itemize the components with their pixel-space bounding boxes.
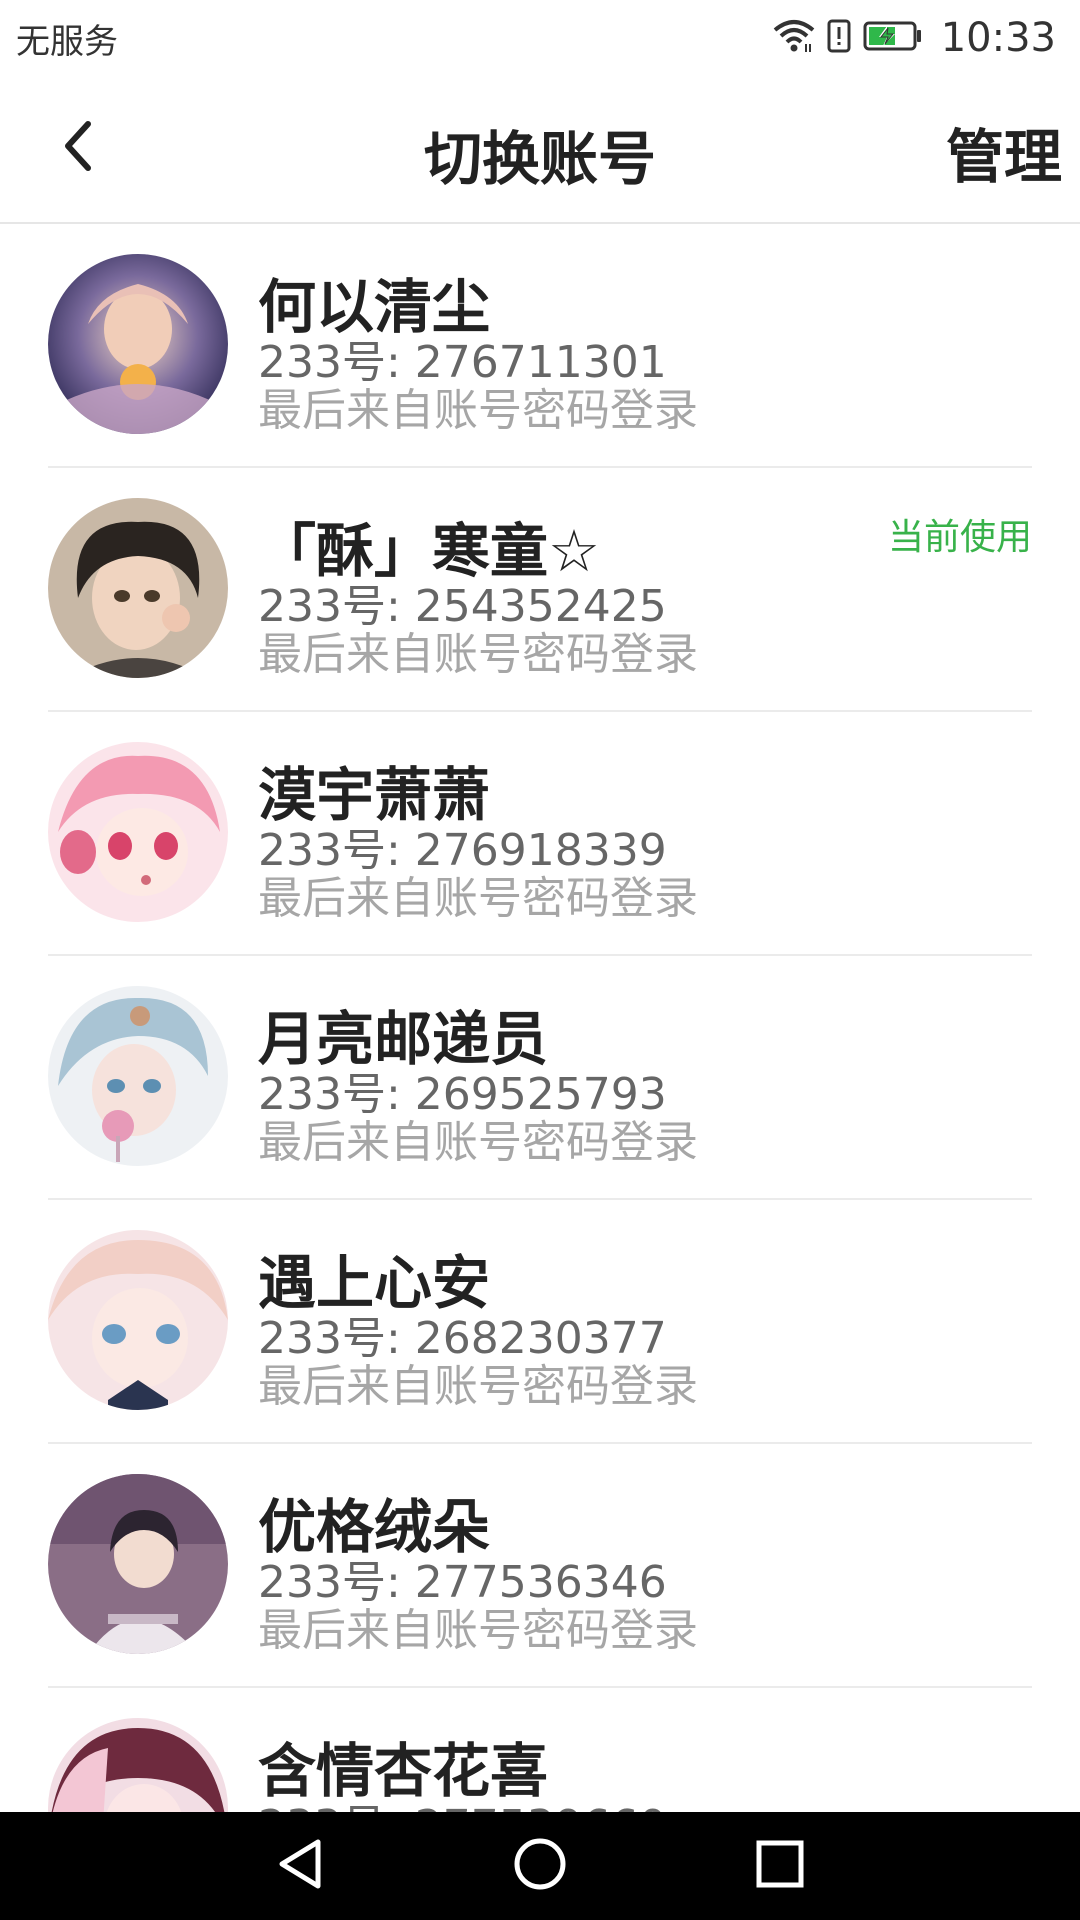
alert-icon (827, 19, 851, 57)
account-item[interactable]: 含情杏花喜 233号: 277539660 (48, 1688, 1032, 1812)
nav-recents-button[interactable] (748, 1834, 812, 1898)
screen: 无服务 10:33 切换账号 管理 何以清尘 233号: 276711301 最… (0, 0, 1080, 1920)
manage-button[interactable]: 管理 (946, 110, 1062, 194)
avatar (48, 498, 228, 678)
account-item[interactable]: 何以清尘 233号: 276711301 最后来自账号密码登录 (48, 224, 1032, 468)
nav-back-button[interactable] (268, 1834, 332, 1898)
battery-charging-icon (863, 20, 923, 56)
avatar (48, 1718, 228, 1812)
account-login-method: 最后来自账号密码登录 (258, 385, 698, 436)
carrier-label: 无服务 (16, 22, 118, 62)
account-login-method: 最后来自账号密码登录 (258, 1605, 698, 1656)
wifi-icon (773, 18, 815, 58)
triangle-back-icon (274, 1836, 326, 1896)
account-item[interactable]: 月亮邮递员 233号: 269525793 最后来自账号密码登录 (48, 956, 1032, 1200)
account-item[interactable]: 遇上心安 233号: 268230377 最后来自账号密码登录 (48, 1200, 1032, 1444)
avatar (48, 742, 228, 922)
app-header: 切换账号 管理 (0, 74, 1080, 224)
status-icons: 10:33 (773, 10, 1056, 66)
account-item[interactable]: 漠宇萧萧 233号: 276918339 最后来自账号密码登录 (48, 712, 1032, 956)
avatar (48, 986, 228, 1166)
status-time: 10:33 (940, 15, 1056, 61)
avatar (48, 254, 228, 434)
status-bar: 无服务 10:33 (0, 0, 1080, 74)
account-item[interactable]: 优格绒朵 233号: 277536346 最后来自账号密码登录 (48, 1444, 1032, 1688)
avatar (48, 1474, 228, 1654)
square-recents-icon (754, 1838, 806, 1894)
current-account-badge: 当前使用 (887, 517, 1032, 558)
avatar (48, 1230, 228, 1410)
page-title: 切换账号 (423, 125, 656, 193)
account-login-method: 最后来自账号密码登录 (258, 1117, 698, 1168)
circle-home-icon (512, 1836, 568, 1896)
account-list: 何以清尘 233号: 276711301 最后来自账号密码登录 「酥」寒童☆ 当… (0, 224, 1080, 1812)
nav-home-button[interactable] (508, 1834, 572, 1898)
system-nav-bar (0, 1812, 1080, 1920)
account-login-method: 最后来自账号密码登录 (258, 1361, 698, 1412)
account-login-method: 最后来自账号密码登录 (258, 629, 698, 680)
account-id: 233号: 277539660 (258, 1790, 667, 1812)
account-login-method: 最后来自账号密码登录 (258, 873, 698, 924)
account-item[interactable]: 「酥」寒童☆ 当前使用 233号: 254352425 最后来自账号密码登录 (48, 468, 1032, 712)
